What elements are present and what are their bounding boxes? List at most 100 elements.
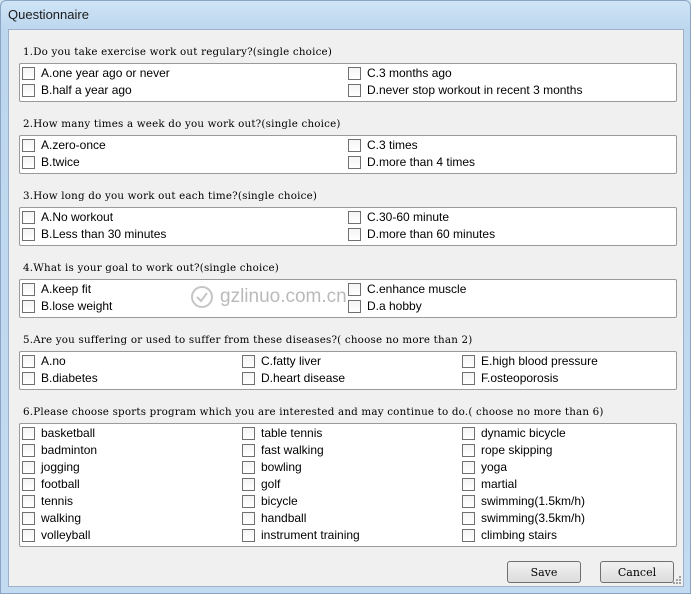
checkbox[interactable]: [22, 371, 35, 385]
checkbox[interactable]: [462, 443, 475, 457]
q6-option[interactable]: golf: [242, 476, 280, 492]
checkbox[interactable]: [22, 494, 35, 508]
checkbox[interactable]: [348, 66, 361, 80]
q4-option-c[interactable]: C.enhance muscle: [348, 281, 466, 297]
checkbox[interactable]: [22, 443, 35, 457]
checkbox[interactable]: [242, 494, 255, 508]
resize-grip-icon[interactable]: [671, 574, 681, 584]
q5-option-c[interactable]: C.fatty liver: [242, 353, 321, 369]
checkbox[interactable]: [22, 460, 35, 474]
checkbox[interactable]: [22, 511, 35, 525]
checkbox[interactable]: [348, 155, 361, 169]
checkbox[interactable]: [22, 282, 35, 296]
checkbox[interactable]: [348, 138, 361, 152]
checkbox[interactable]: [22, 66, 35, 80]
checkbox[interactable]: [242, 460, 255, 474]
option-label: swimming(3.5km/h): [481, 511, 586, 525]
option-label: C.enhance muscle: [367, 282, 467, 296]
q6-option[interactable]: yoga: [462, 459, 507, 475]
q4-option-a[interactable]: A.keep fit: [22, 281, 91, 297]
q6-option[interactable]: fast walking: [242, 442, 324, 458]
checkbox[interactable]: [348, 83, 361, 97]
q2-option-c[interactable]: C.3 times: [348, 137, 418, 153]
q6-option[interactable]: climbing stairs: [462, 527, 557, 543]
q5-option-e[interactable]: E.high blood pressure: [462, 353, 598, 369]
option-label: B.half a year ago: [41, 83, 132, 97]
q6-option[interactable]: jogging: [22, 459, 80, 475]
checkbox[interactable]: [22, 210, 35, 224]
checkbox[interactable]: [462, 354, 475, 368]
q6-option[interactable]: tennis: [22, 493, 73, 509]
q6-option[interactable]: swimming(1.5km/h): [462, 493, 585, 509]
q4-option-b[interactable]: B.lose weight: [22, 298, 112, 314]
checkbox[interactable]: [348, 282, 361, 296]
checkbox[interactable]: [462, 528, 475, 542]
q5-option-d[interactable]: D.heart disease: [242, 370, 345, 386]
checkbox[interactable]: [348, 299, 361, 313]
checkbox[interactable]: [22, 528, 35, 542]
q6-option[interactable]: football: [22, 476, 80, 492]
q3-option-c[interactable]: C.30-60 minute: [348, 209, 449, 225]
questionnaire-window: Questionnaire 1.Do you take exercise wor…: [0, 0, 691, 594]
checkbox[interactable]: [462, 426, 475, 440]
q6-option[interactable]: dynamic bicycle: [462, 425, 566, 441]
checkbox[interactable]: [462, 460, 475, 474]
question-2-options: A.zero-once B.twice C.3 times D.more tha…: [19, 135, 677, 174]
q6-option[interactable]: swimming(3.5km/h): [462, 510, 585, 526]
q6-option[interactable]: walking: [22, 510, 81, 526]
q2-option-d[interactable]: D.more than 4 times: [348, 154, 475, 170]
q6-option[interactable]: badminton: [22, 442, 97, 458]
checkbox[interactable]: [348, 227, 361, 241]
q6-option[interactable]: basketball: [22, 425, 95, 441]
title-bar[interactable]: Questionnaire: [1, 1, 690, 29]
save-button[interactable]: Save: [507, 561, 581, 583]
option-label: B.diabetes: [41, 371, 98, 385]
checkbox[interactable]: [22, 83, 35, 97]
checkbox[interactable]: [22, 477, 35, 491]
q2-option-a[interactable]: A.zero-once: [22, 137, 106, 153]
checkbox[interactable]: [242, 443, 255, 457]
q1-option-d[interactable]: D.never stop workout in recent 3 months: [348, 82, 582, 98]
q6-option[interactable]: instrument training: [242, 527, 360, 543]
q6-option[interactable]: table tennis: [242, 425, 322, 441]
cancel-button[interactable]: Cancel: [600, 561, 674, 583]
q5-option-b[interactable]: B.diabetes: [22, 370, 98, 386]
option-label: jogging: [41, 460, 80, 474]
checkbox[interactable]: [22, 426, 35, 440]
q3-option-d[interactable]: D.more than 60 minutes: [348, 226, 495, 242]
option-label: golf: [261, 477, 281, 491]
q3-option-b[interactable]: B.Less than 30 minutes: [22, 226, 166, 242]
checkbox[interactable]: [242, 354, 255, 368]
checkbox[interactable]: [242, 528, 255, 542]
checkbox[interactable]: [462, 511, 475, 525]
q6-option[interactable]: bicycle: [242, 493, 298, 509]
checkbox[interactable]: [22, 155, 35, 169]
q6-option[interactable]: martial: [462, 476, 517, 492]
q5-option-f[interactable]: F.osteoporosis: [462, 370, 558, 386]
q4-option-d[interactable]: D.a hobby: [348, 298, 422, 314]
q1-option-b[interactable]: B.half a year ago: [22, 82, 132, 98]
option-label: C.3 months ago: [367, 66, 452, 80]
q1-option-c[interactable]: C.3 months ago: [348, 65, 452, 81]
checkbox[interactable]: [242, 511, 255, 525]
q6-option[interactable]: bowling: [242, 459, 302, 475]
q3-option-a[interactable]: A.No workout: [22, 209, 113, 225]
q6-option[interactable]: handball: [242, 510, 306, 526]
checkbox[interactable]: [242, 426, 255, 440]
q6-option[interactable]: rope skipping: [462, 442, 552, 458]
checkbox[interactable]: [462, 477, 475, 491]
option-label: D.more than 60 minutes: [367, 227, 496, 241]
checkbox[interactable]: [22, 354, 35, 368]
q6-option[interactable]: volleyball: [22, 527, 90, 543]
q2-option-b[interactable]: B.twice: [22, 154, 80, 170]
checkbox[interactable]: [22, 138, 35, 152]
q5-option-a[interactable]: A.no: [22, 353, 66, 369]
q1-option-a[interactable]: A.one year ago or never: [22, 65, 170, 81]
checkbox[interactable]: [242, 371, 255, 385]
checkbox[interactable]: [462, 494, 475, 508]
checkbox[interactable]: [462, 371, 475, 385]
checkbox[interactable]: [242, 477, 255, 491]
checkbox[interactable]: [348, 210, 361, 224]
checkbox[interactable]: [22, 227, 35, 241]
checkbox[interactable]: [22, 299, 35, 313]
